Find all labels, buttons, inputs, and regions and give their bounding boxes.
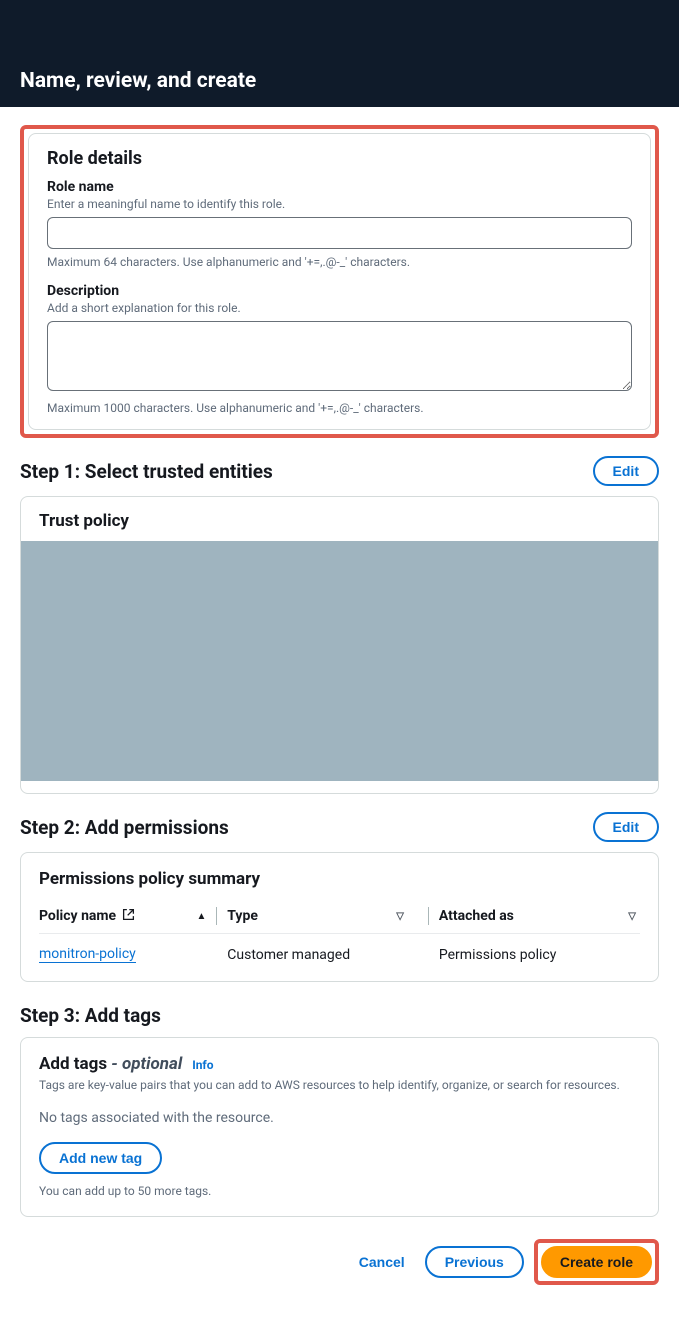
- page-header: Name, review, and create: [0, 0, 679, 107]
- step3-header-row: Step 3: Add tags: [20, 1004, 659, 1027]
- permissions-summary-title: Permissions policy summary: [39, 869, 640, 889]
- caret-down-icon: ▽: [396, 911, 404, 922]
- tags-empty-text: No tags associated with the resource.: [39, 1110, 640, 1126]
- footer-actions: Cancel Previous Create role: [20, 1239, 659, 1285]
- column-separator: [216, 907, 217, 925]
- step1-title: Step 1: Select trusted entities: [20, 460, 273, 483]
- col-type-label: Type: [227, 908, 258, 924]
- description-input[interactable]: [47, 321, 632, 391]
- role-name-label: Role name: [47, 179, 632, 195]
- step3-title: Step 3: Add tags: [20, 1004, 161, 1027]
- policy-name-link[interactable]: monitron-policy: [39, 946, 136, 963]
- page-title: Name, review, and create: [20, 69, 256, 93]
- col-type[interactable]: Type ▽: [227, 907, 418, 925]
- tags-title: Add tags: [39, 1054, 107, 1074]
- policy-type-cell: Customer managed: [227, 946, 418, 963]
- sort-asc-icon: ▲: [196, 911, 206, 922]
- role-name-hint: Maximum 64 characters. Use alphanumeric …: [47, 255, 632, 269]
- description-sublabel: Add a short explanation for this role.: [47, 301, 632, 315]
- policy-attached-cell: Permissions policy: [439, 946, 640, 963]
- caret-down-icon: ▽: [628, 911, 636, 922]
- previous-button[interactable]: Previous: [425, 1246, 524, 1278]
- role-name-input[interactable]: [47, 217, 632, 249]
- permissions-table-header: Policy name ▲ Type ▽ Attached as ▽: [39, 907, 640, 925]
- tags-description: Tags are key-value pairs that you can ad…: [39, 1078, 640, 1092]
- table-divider: [39, 933, 640, 934]
- trust-policy-title: Trust policy: [21, 497, 658, 541]
- role-details-title: Role details: [47, 148, 632, 169]
- permissions-panel: Permissions policy summary Policy name ▲…: [20, 852, 659, 982]
- step2-edit-button[interactable]: Edit: [593, 812, 659, 842]
- tags-optional: - optional: [107, 1054, 182, 1074]
- step1-header-row: Step 1: Select trusted entities Edit: [20, 456, 659, 486]
- step2-title: Step 2: Add permissions: [20, 816, 229, 839]
- tags-panel: Add tags - optional Info Tags are key-va…: [20, 1037, 659, 1217]
- description-label: Description: [47, 283, 632, 299]
- cancel-button[interactable]: Cancel: [349, 1246, 415, 1278]
- col-attached-label: Attached as: [439, 908, 514, 924]
- role-name-sublabel: Enter a meaningful name to identify this…: [47, 197, 632, 211]
- create-role-button[interactable]: Create role: [541, 1246, 652, 1278]
- role-details-panel: Role details Role name Enter a meaningfu…: [28, 133, 651, 430]
- col-policy-name-label: Policy name: [39, 908, 116, 924]
- external-link-icon: [122, 908, 135, 924]
- page-body: Role details Role name Enter a meaningfu…: [0, 107, 679, 1315]
- trust-policy-panel: Trust policy: [20, 496, 659, 794]
- trust-policy-body: [21, 541, 658, 781]
- table-row: monitron-policy Customer managed Permiss…: [39, 946, 640, 963]
- step1-edit-button[interactable]: Edit: [593, 456, 659, 486]
- col-policy-name[interactable]: Policy name ▲: [39, 907, 206, 925]
- step2-header-row: Step 2: Add permissions Edit: [20, 812, 659, 842]
- column-separator: [428, 907, 429, 925]
- role-details-highlight: Role details Role name Enter a meaningfu…: [20, 125, 659, 438]
- create-role-highlight: Create role: [534, 1239, 659, 1285]
- tags-info-link[interactable]: Info: [192, 1058, 213, 1072]
- tags-hint: You can add up to 50 more tags.: [39, 1184, 640, 1198]
- add-new-tag-button[interactable]: Add new tag: [39, 1142, 162, 1174]
- col-attached-as[interactable]: Attached as ▽: [439, 907, 640, 925]
- trust-policy-footer: [21, 781, 658, 793]
- tags-title-row: Add tags - optional Info: [39, 1054, 640, 1074]
- description-hint: Maximum 1000 characters. Use alphanumeri…: [47, 401, 632, 415]
